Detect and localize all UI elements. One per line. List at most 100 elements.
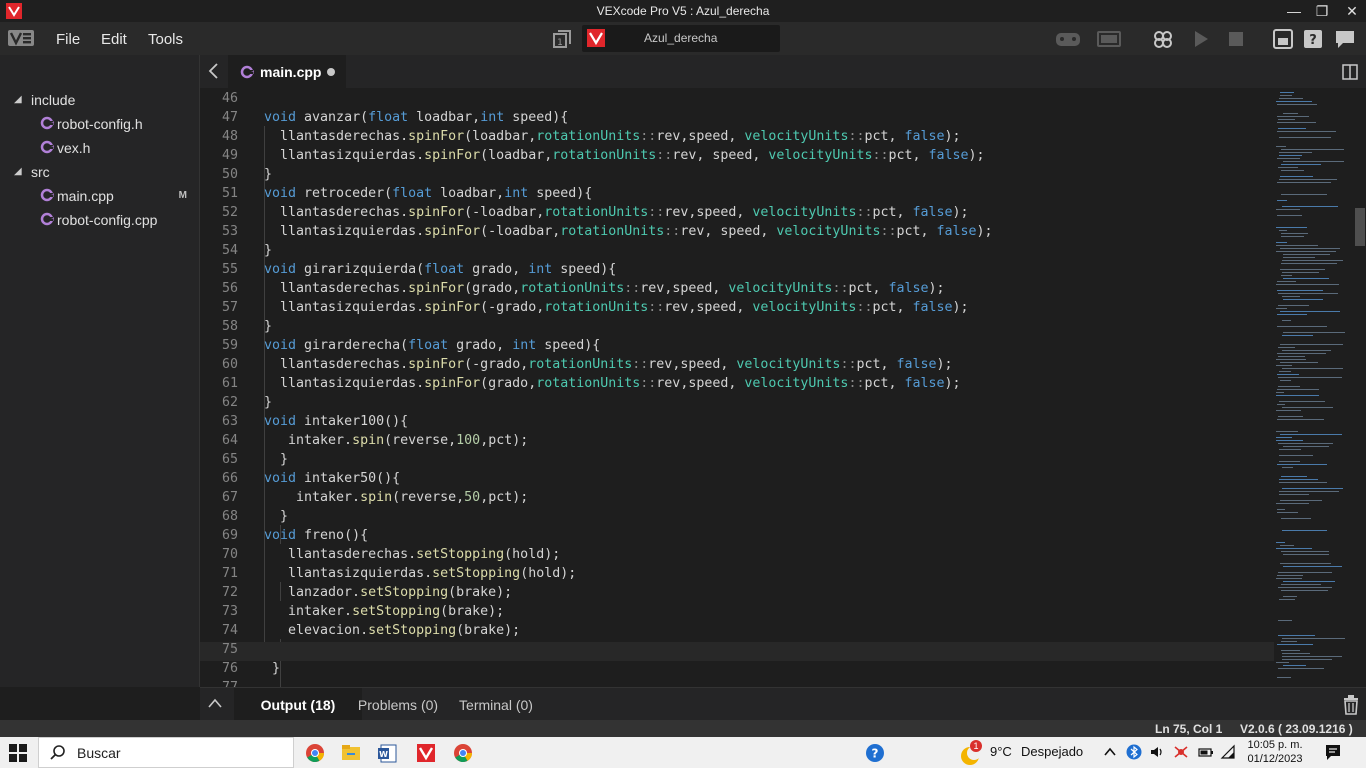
taskbar-clock[interactable]: 10:05 p. m. 01/12/2023 xyxy=(1237,738,1313,766)
cpp-file-icon: + xyxy=(40,212,54,226)
menu-edit[interactable]: Edit xyxy=(101,31,127,48)
weather-condition[interactable]: Despejado xyxy=(1021,744,1083,759)
chrome-icon[interactable] xyxy=(302,740,328,766)
file-explorer-icon[interactable] xyxy=(338,740,364,766)
windows-start-icon[interactable] xyxy=(9,744,27,762)
line-number: 67 xyxy=(221,490,238,505)
tab-problems[interactable]: Problems (0) xyxy=(334,688,462,721)
code-line[interactable]: 50} xyxy=(200,167,1274,186)
wifi-icon[interactable] xyxy=(1220,744,1236,760)
tree-file-main-cpp[interactable]: + main.cpp M xyxy=(0,185,200,207)
code-line[interactable]: 70 llantasderechas.setStopping(hold); xyxy=(200,547,1274,566)
chevron-up-icon[interactable] xyxy=(206,696,224,710)
code-text: void intaker100(){ xyxy=(264,414,409,429)
word-icon[interactable]: W xyxy=(375,740,401,766)
line-number: 54 xyxy=(221,243,238,258)
editor-scrollbar[interactable] xyxy=(1354,88,1366,687)
controller-icon[interactable] xyxy=(1054,28,1082,50)
split-editor-icon[interactable] xyxy=(1342,64,1358,80)
code-line[interactable]: 49 llantasizquierdas.spinFor(loadbar,rot… xyxy=(200,148,1274,167)
code-line[interactable]: 72 lanzador.setStopping(brake); xyxy=(200,585,1274,604)
code-line[interactable]: 46 xyxy=(200,91,1274,110)
line-number: 70 xyxy=(221,547,238,562)
chevron-down-icon: ◢ xyxy=(14,94,22,105)
menu-file[interactable]: File xyxy=(56,31,80,48)
tree-file-robot-config-h[interactable]: + robot-config.h xyxy=(0,113,200,135)
code-line[interactable]: 56 llantasderechas.spinFor(grado,rotatio… xyxy=(200,281,1274,300)
slot-select-icon[interactable]: 1 xyxy=(552,29,572,49)
project-name-area[interactable]: Azul_derecha xyxy=(582,25,780,52)
code-line[interactable]: 59 void girarderecha(float grado, int spe… xyxy=(200,338,1274,357)
code-line[interactable]: 68 } xyxy=(200,509,1274,528)
tab-terminal[interactable]: Terminal (0) xyxy=(446,688,546,721)
brain-icon[interactable] xyxy=(1097,28,1121,50)
code-line[interactable]: 62} xyxy=(200,395,1274,414)
minimap-line xyxy=(1277,404,1285,405)
help-tips-icon[interactable]: ? xyxy=(864,743,886,763)
code-line[interactable]: 73 intaker.setStopping(brake); xyxy=(200,604,1274,623)
tree-file-robot-config-cpp[interactable]: + robot-config.cpp xyxy=(0,209,200,231)
chrome-active-icon[interactable] xyxy=(450,740,476,766)
tree-item-label: include xyxy=(31,92,76,108)
stop-icon[interactable] xyxy=(1225,28,1247,50)
chevron-left-icon[interactable] xyxy=(206,62,222,80)
code-line[interactable]: 63 void intaker100(){ xyxy=(200,414,1274,433)
weather-temp[interactable]: 9°C xyxy=(990,744,1012,759)
minimap[interactable] xyxy=(1274,88,1354,687)
code-line[interactable]: 71 llantasizquierdas.setStopping(hold); xyxy=(200,566,1274,585)
code-line[interactable]: 75 xyxy=(200,642,1274,661)
cpp-file-icon: + xyxy=(40,188,54,202)
play-icon[interactable] xyxy=(1190,28,1212,50)
chevron-up-icon[interactable] xyxy=(1102,744,1118,760)
download-icon[interactable] xyxy=(1272,28,1294,50)
restore-button[interactable]: ❐ xyxy=(1308,0,1336,22)
tree-folder-src[interactable]: ◢ src xyxy=(0,161,200,183)
volume-icon[interactable] xyxy=(1149,744,1165,760)
network-disconnected-icon[interactable] xyxy=(1173,744,1189,760)
code-editor[interactable]: 46 47 void avanzar(float loadbar,int speed… xyxy=(200,88,1274,687)
tree-folder-include[interactable]: ◢ include xyxy=(0,89,200,111)
feedback-icon[interactable] xyxy=(1334,28,1356,50)
close-button[interactable]: ✕ xyxy=(1338,0,1366,22)
devices-icon[interactable] xyxy=(1152,28,1174,50)
weather-widget[interactable]: 1 xyxy=(958,740,984,766)
code-line[interactable]: 69 void freno(){ xyxy=(200,528,1274,547)
code-line[interactable]: 64 intaker.spin(reverse,100,pct); xyxy=(200,433,1274,452)
tab-main-cpp[interactable]: + main.cpp xyxy=(228,55,346,88)
code-line[interactable]: 74 elevacion.setStopping(brake); xyxy=(200,623,1274,642)
vexcode-taskbar-icon[interactable] xyxy=(413,740,439,766)
minimize-button[interactable]: — xyxy=(1280,0,1308,22)
scrollbar-thumb[interactable] xyxy=(1355,208,1365,246)
code-line[interactable]: 61 llantasizquierdas.spinFor(grado,rotat… xyxy=(200,376,1274,395)
vex-logo-icon[interactable] xyxy=(8,30,34,46)
code-line[interactable]: 54} xyxy=(200,243,1274,262)
minimap-line xyxy=(1279,371,1291,372)
code-line[interactable]: 77 xyxy=(200,680,1274,687)
help-icon[interactable]: ? xyxy=(1302,28,1324,50)
code-line[interactable]: 57 llantasizquierdas.spinFor(-grado,rota… xyxy=(200,300,1274,319)
code-line[interactable]: 66 void intaker50(){ xyxy=(200,471,1274,490)
project-name: Azul_derecha xyxy=(644,31,718,45)
code-line[interactable]: 76 } xyxy=(200,661,1274,680)
unsaved-dot-icon[interactable] xyxy=(327,68,335,76)
code-line[interactable]: 60 llantasderechas.spinFor(-grado,rotati… xyxy=(200,357,1274,376)
code-line[interactable]: 55 void girarizquierda(float grado, int s… xyxy=(200,262,1274,281)
minimap-line xyxy=(1277,353,1326,354)
notifications-icon[interactable] xyxy=(1324,743,1342,761)
bluetooth-icon[interactable] xyxy=(1126,744,1142,760)
code-line[interactable]: 58} xyxy=(200,319,1274,338)
code-line[interactable]: 51 void retroceder(float loadbar,int spee… xyxy=(200,186,1274,205)
tree-file-vex-h[interactable]: + vex.h xyxy=(0,137,200,159)
trash-icon[interactable] xyxy=(1342,695,1360,715)
code-line[interactable]: 48 llantasderechas.spinFor(loadbar,rotat… xyxy=(200,129,1274,148)
code-line[interactable]: 67 intaker.spin(reverse,50,pct); xyxy=(200,490,1274,509)
code-line[interactable]: 65 } xyxy=(200,452,1274,471)
cursor-position[interactable]: Ln 75, Col 1 xyxy=(1155,722,1222,736)
taskbar-search[interactable]: Buscar xyxy=(38,737,294,768)
code-line[interactable]: 53 llantasizquierdas.spinFor(-loadbar,ro… xyxy=(200,224,1274,243)
minimap-line xyxy=(1277,464,1327,465)
battery-icon[interactable] xyxy=(1198,744,1214,760)
code-line[interactable]: 52 llantasderechas.spinFor(-loadbar,rota… xyxy=(200,205,1274,224)
menu-tools[interactable]: Tools xyxy=(148,31,183,48)
code-line[interactable]: 47 void avanzar(float loadbar,int speed){ xyxy=(200,110,1274,129)
